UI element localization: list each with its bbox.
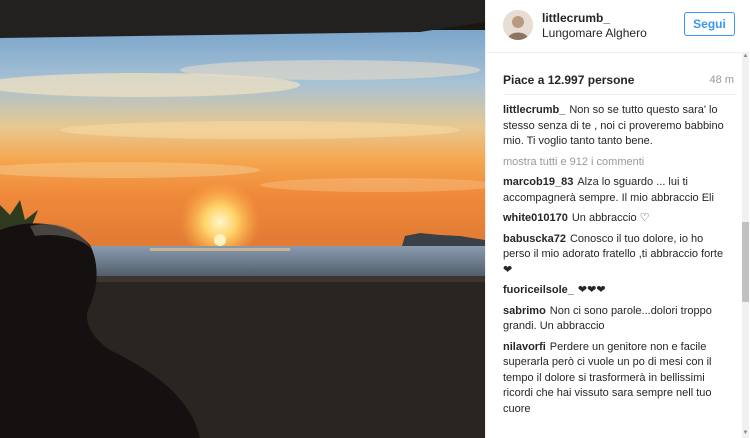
avatar[interactable] <box>503 10 533 40</box>
comment-username[interactable]: littlecrumb_ <box>503 104 565 116</box>
comment-username[interactable]: fuoriceilsole_ <box>503 284 574 296</box>
post-location[interactable]: Lungomare Alghero <box>542 26 647 40</box>
comment-username[interactable]: sabrimo <box>503 305 546 317</box>
list-item: marcob19_83 Alza lo sguardo ... lui ti ac… <box>503 175 727 206</box>
sunset-photo-image <box>0 0 485 438</box>
comment-username[interactable]: babuscka72 <box>503 233 566 245</box>
avatar-image <box>503 10 533 40</box>
comment-username[interactable]: marcob19_83 <box>503 176 573 188</box>
comments-list: littlecrumb_ Non so se tutto questo sara'… <box>503 103 727 438</box>
scrollbar[interactable]: ▲ ▼ <box>742 52 749 438</box>
post-username[interactable]: littlecrumb_ <box>542 11 610 25</box>
comment-text: Un abbraccio ♡ <box>571 212 650 224</box>
list-item: babuscka72 Conosco il tuo dolore, io ho p… <box>503 232 727 279</box>
post-time[interactable]: 48 m <box>710 74 734 86</box>
comment-username[interactable]: nilavorfi <box>503 341 546 353</box>
list-item: sabrimo Non ci sono parole...dolori tropp… <box>503 304 727 335</box>
comment-text: ❤❤❤ <box>577 284 606 296</box>
show-all-comments-link[interactable]: mostra tutti e 912 i commenti <box>503 155 727 171</box>
scroll-up-icon[interactable]: ▲ <box>742 52 749 61</box>
caption: littlecrumb_ Non so se tutto questo sara'… <box>503 103 727 150</box>
comment-username[interactable]: white010170 <box>503 212 568 224</box>
list-item: white010170 Un abbraccio ♡ <box>503 211 727 227</box>
post-details-panel: littlecrumb_ Lungomare Alghero Segui Pia… <box>485 0 750 438</box>
list-item: nilavorfi Perdere un genitore non e facil… <box>503 340 727 418</box>
scroll-down-icon[interactable]: ▼ <box>742 429 749 438</box>
follow-button[interactable]: Segui <box>684 12 735 36</box>
divider <box>503 94 737 95</box>
likes-count[interactable]: Piace a 12.997 persone <box>503 73 634 87</box>
post-header: littlecrumb_ Lungomare Alghero Segui <box>486 0 750 53</box>
post-photo[interactable] <box>0 0 485 438</box>
list-item: fuoriceilsole_ ❤❤❤ <box>503 283 727 299</box>
scrollbar-thumb[interactable] <box>742 222 749 302</box>
